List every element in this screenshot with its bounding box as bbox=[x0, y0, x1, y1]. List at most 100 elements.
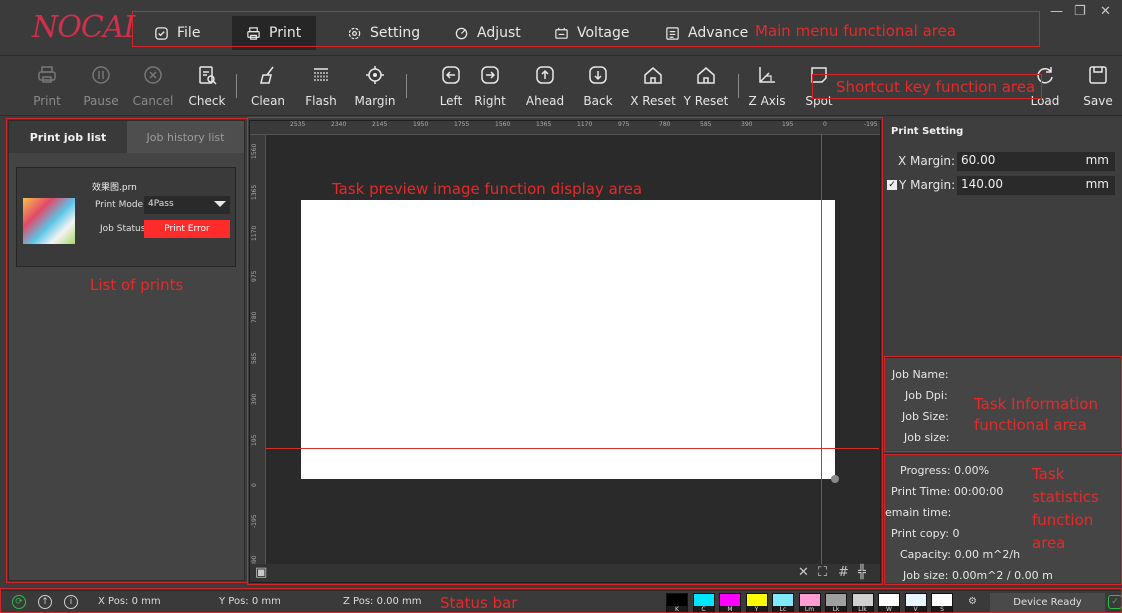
remain-time-text: emain time: bbox=[885, 506, 952, 519]
print-setting-header: Print Setting bbox=[891, 126, 964, 137]
capacity-text: Capacity: 0.00 m^2/h bbox=[900, 548, 1021, 561]
check-button[interactable]: Check bbox=[180, 62, 234, 108]
collapse-icon[interactable]: ✕ bbox=[798, 565, 809, 580]
y-margin-checkbox[interactable]: ✓ bbox=[887, 180, 897, 190]
ruler-tick-label: 1950 bbox=[413, 121, 429, 128]
ink-swatch-m: M bbox=[719, 593, 741, 613]
canvas-origin-handle[interactable] bbox=[831, 475, 839, 483]
job-size-label: Job Size: bbox=[902, 410, 949, 423]
x-reset-button-label: X Reset bbox=[630, 94, 676, 108]
menu-advance[interactable]: Advance bbox=[651, 16, 762, 50]
image-icon[interactable]: ▣ bbox=[255, 565, 267, 580]
flash-button[interactable]: Flash bbox=[294, 62, 348, 108]
arrow-up-icon bbox=[536, 66, 554, 84]
cancel-button[interactable]: Cancel bbox=[126, 62, 180, 108]
x-position-guide bbox=[821, 135, 822, 565]
toolbar-separator bbox=[236, 74, 237, 98]
z-axis-button[interactable]: Z Axis bbox=[740, 62, 794, 108]
menu-file[interactable]: File bbox=[140, 16, 214, 50]
save-button[interactable]: Save bbox=[1071, 62, 1122, 108]
restore-icon[interactable]: ❐ bbox=[1074, 4, 1086, 19]
y-margin-unit: mm bbox=[1085, 177, 1109, 191]
ruler-tick-label: 2145 bbox=[372, 121, 388, 128]
print-icon bbox=[38, 66, 56, 83]
grid-icon[interactable]: # bbox=[838, 565, 849, 580]
pause-button-label: Pause bbox=[83, 94, 119, 108]
ruler-tick-label: 0 bbox=[251, 483, 258, 487]
ink-swatch-k: K bbox=[666, 593, 688, 613]
menu-print[interactable]: Print bbox=[232, 16, 316, 50]
print-mode-select[interactable]: 4Pass bbox=[144, 196, 230, 214]
x-margin-input[interactable]: 60.00 mm bbox=[957, 152, 1115, 171]
ink-icon[interactable]: ↑ bbox=[38, 595, 52, 609]
x-margin-unit: mm bbox=[1085, 153, 1109, 167]
ruler-tick-label: 1560 bbox=[251, 143, 258, 159]
z-axis-button-label: Z Axis bbox=[748, 94, 786, 108]
right-button-label: Right bbox=[474, 94, 506, 108]
ruler-tick-label: 195 bbox=[251, 434, 258, 446]
close-icon[interactable]: ✕ bbox=[1100, 4, 1111, 19]
y-position-guide bbox=[266, 448, 879, 449]
ink-swatch-label: Lc bbox=[773, 606, 793, 613]
spot-button[interactable]: Spot bbox=[792, 62, 846, 108]
adjust-icon bbox=[455, 27, 468, 39]
status-bar: ⟳ ↑ i X Pos: 0 mm Y Pos: 0 mm Z Pos: 0.0… bbox=[0, 590, 1122, 613]
task-stats-box: Progress: 0.00% Print Time: 00:00:00 ema… bbox=[885, 453, 1120, 583]
ahead-button[interactable]: Ahead bbox=[518, 62, 572, 108]
clean-button[interactable]: Clean bbox=[241, 62, 295, 108]
ink-swatch-label: Lk bbox=[826, 606, 846, 613]
file-icon bbox=[155, 26, 168, 40]
print-button-label: Print bbox=[33, 94, 61, 108]
y-reset-button[interactable]: Y Reset bbox=[679, 62, 733, 108]
job-card[interactable]: 效果图.prn Print Mode: 4Pass Job Status: Pr… bbox=[16, 167, 236, 267]
menu-setting[interactable]: Setting bbox=[333, 16, 434, 50]
ink-swatch-lm: Lm bbox=[798, 593, 821, 613]
ink-swatch-label: Y bbox=[746, 606, 767, 613]
x-reset-button[interactable]: X Reset bbox=[626, 62, 680, 108]
voltage-icon bbox=[555, 27, 568, 39]
y-margin-input[interactable]: 140.00 mm bbox=[957, 176, 1115, 195]
fit-icon[interactable]: ⛶ bbox=[818, 565, 827, 580]
crosshair-icon[interactable]: ╬ bbox=[858, 565, 866, 580]
ruler-tick-label: 1560 bbox=[495, 121, 511, 128]
tab-job-history-list[interactable]: Job history list bbox=[127, 121, 244, 153]
ruler-tick-label: 2535 bbox=[290, 121, 306, 128]
print-preview-canvas[interactable] bbox=[301, 200, 835, 479]
job-thumbnail bbox=[23, 198, 75, 244]
job-status-badge: Print Error bbox=[144, 220, 230, 238]
margin-button[interactable]: Margin bbox=[348, 62, 402, 108]
main-menu-bar: NOCAI File Print Setting Adjust Voltage … bbox=[0, 0, 1122, 56]
clean-icon bbox=[260, 66, 274, 84]
preview-tools: ▣ ✕ ⛶ # ╬ bbox=[250, 564, 880, 582]
ruler-tick-label: 780 bbox=[659, 121, 671, 128]
y-position-readout: Y Pos: 0 mm bbox=[219, 596, 281, 607]
ink-swatch-label: V bbox=[905, 606, 926, 613]
pause-icon bbox=[92, 66, 110, 84]
advance-icon bbox=[666, 26, 679, 40]
ruler-tick-label: 1170 bbox=[577, 121, 593, 128]
back-button[interactable]: Back bbox=[571, 62, 625, 108]
info-icon[interactable]: i bbox=[64, 595, 78, 609]
menu-voltage[interactable]: Voltage bbox=[540, 16, 644, 50]
ruler-tick-label: 975 bbox=[618, 121, 630, 128]
x-margin-label: X Margin: bbox=[898, 154, 956, 168]
ink-swatch-c: C bbox=[692, 593, 715, 613]
shield-icon[interactable]: ✓ bbox=[1108, 595, 1122, 609]
menu-advance-label: Advance bbox=[688, 25, 749, 41]
task-preview-area[interactable]: 2535 2340 2145 1950 1755 1560 1365 1170 975 780 58… bbox=[249, 120, 881, 583]
pause-button[interactable]: Pause bbox=[74, 62, 128, 108]
menu-adjust[interactable]: Adjust bbox=[440, 16, 535, 50]
margin-button-label: Margin bbox=[354, 94, 396, 108]
menu-print-label: Print bbox=[269, 25, 302, 41]
load-button[interactable]: Load bbox=[1018, 62, 1072, 108]
ink-swatch-llk: Llk bbox=[851, 593, 874, 613]
connection-icon[interactable]: ⟳ bbox=[12, 595, 26, 609]
back-button-label: Back bbox=[583, 94, 613, 108]
ink-swatch-label: M bbox=[720, 606, 740, 613]
tab-print-job-list[interactable]: Print job list bbox=[9, 121, 127, 153]
minimize-icon[interactable]: — bbox=[1050, 4, 1063, 19]
y-reset-button-label: Y Reset bbox=[683, 94, 729, 108]
vertical-ruler: 1560 1365 1170 975 780 585 390 195 0 -195 -390 bbox=[250, 135, 266, 569]
right-button[interactable]: Right bbox=[463, 62, 517, 108]
print-button[interactable]: Print bbox=[20, 62, 74, 108]
